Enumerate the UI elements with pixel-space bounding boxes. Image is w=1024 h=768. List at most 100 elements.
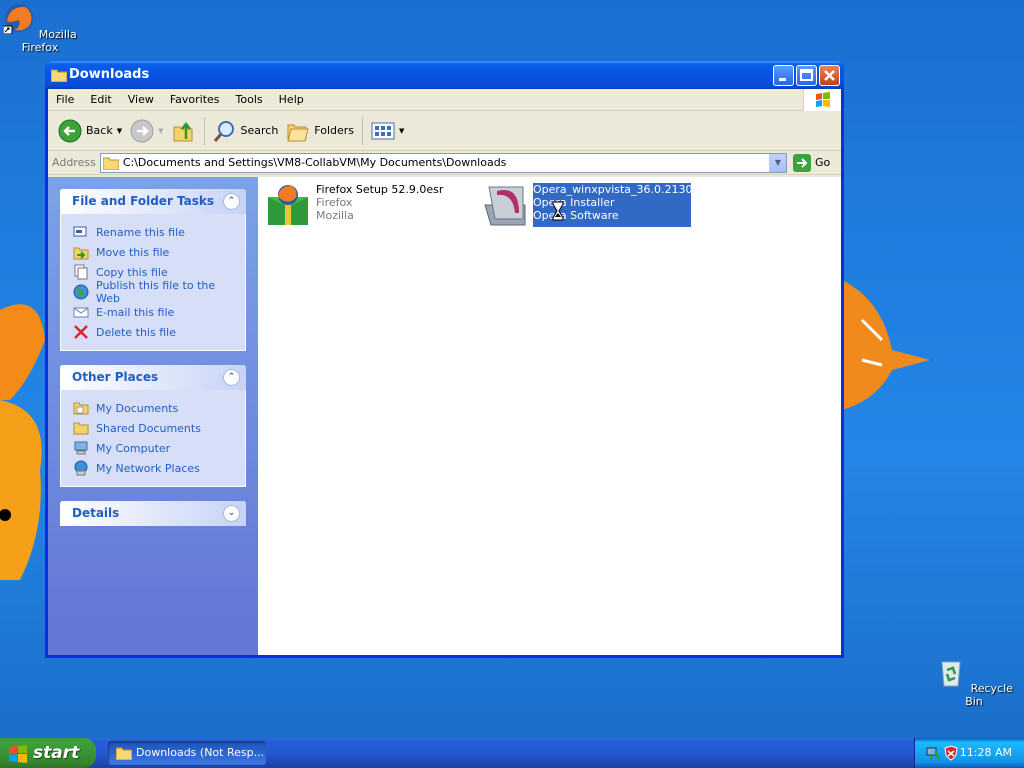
details-panel: Details ⌄ bbox=[60, 501, 246, 526]
search-button[interactable]: Search bbox=[209, 115, 283, 147]
address-value: C:\Documents and Settings\VM8-CollabVM\M… bbox=[122, 156, 507, 169]
desktop-icon-firefox[interactable]: Mozilla Firefox bbox=[0, 2, 80, 54]
views-button[interactable]: ▼ bbox=[367, 115, 408, 147]
file-item-firefox-setup[interactable]: Firefox Setup 52.9.0esr Firefox Mozilla bbox=[266, 183, 443, 227]
file-item-opera-installer[interactable]: Opera_winxpvista_36.0.2130... Opera Inst… bbox=[483, 183, 704, 227]
menu-edit[interactable]: Edit bbox=[82, 89, 119, 111]
file-name: Firefox Setup 52.9.0esr bbox=[316, 183, 444, 196]
rename-icon bbox=[73, 226, 87, 237]
windows-flag-icon bbox=[9, 745, 27, 763]
folder-icon bbox=[116, 747, 132, 760]
toolbar: Back ▼ ▼ Search Folders ▼ bbox=[48, 111, 841, 151]
place-my-documents[interactable]: My Documents bbox=[73, 398, 233, 418]
file-description: Firefox bbox=[316, 196, 353, 209]
other-places-panel: Other Places ⌃ My Documents Shared Docum… bbox=[60, 365, 246, 487]
up-folder-icon bbox=[173, 121, 192, 141]
maximize-button[interactable] bbox=[796, 65, 817, 86]
folders-button[interactable]: Folders bbox=[282, 115, 358, 147]
collapse-icon[interactable]: ⌃ bbox=[223, 369, 240, 386]
task-label: Copy this file bbox=[96, 265, 168, 279]
opera-installer-icon bbox=[484, 186, 526, 226]
file-list: Firefox Setup 52.9.0esr Firefox Mozilla … bbox=[258, 177, 841, 655]
forward-button[interactable]: ▼ bbox=[126, 115, 167, 147]
email-icon bbox=[73, 307, 89, 318]
views-icon bbox=[371, 122, 395, 139]
search-icon bbox=[213, 120, 234, 142]
forward-arrow-icon bbox=[130, 119, 154, 142]
task-label: Delete this file bbox=[96, 325, 176, 339]
address-dropdown-button[interactable]: ▼ bbox=[769, 153, 786, 172]
windows-flag-icon bbox=[816, 92, 830, 107]
task-delete[interactable]: Delete this file bbox=[73, 322, 233, 342]
chevron-down-icon[interactable]: ▼ bbox=[158, 127, 163, 135]
back-button[interactable]: Back ▼ bbox=[54, 115, 126, 147]
taskbar-button-downloads[interactable]: Downloads (Not Resp... bbox=[108, 741, 266, 765]
folder-icon bbox=[73, 402, 89, 415]
task-label: Move this file bbox=[96, 245, 170, 259]
title-bar[interactable]: Downloads bbox=[45, 61, 844, 89]
file-tasks-header[interactable]: File and Folder Tasks ⌃ bbox=[60, 189, 246, 214]
chevron-down-icon[interactable]: ▼ bbox=[399, 127, 404, 135]
task-label: Rename this file bbox=[96, 225, 185, 239]
security-shield-icon[interactable] bbox=[943, 745, 959, 761]
place-label: Shared Documents bbox=[96, 421, 201, 435]
network-tray-icon[interactable] bbox=[925, 745, 941, 761]
task-publish[interactable]: Publish this file to the Web bbox=[73, 279, 233, 305]
file-tasks-panel: File and Folder Tasks ⌃ Rename this file… bbox=[60, 189, 246, 351]
place-shared-documents[interactable]: Shared Documents bbox=[73, 418, 233, 438]
panel-title: Other Places bbox=[72, 370, 159, 384]
panel-title: File and Folder Tasks bbox=[72, 194, 215, 208]
folders-label: Folders bbox=[314, 124, 355, 137]
place-my-computer[interactable]: My Computer bbox=[73, 438, 233, 458]
hourglass-cursor-icon bbox=[552, 201, 564, 221]
task-move[interactable]: Move this file bbox=[73, 242, 233, 262]
folder-icon bbox=[102, 157, 119, 170]
minimize-button[interactable] bbox=[773, 65, 794, 86]
folder-icon bbox=[73, 422, 89, 435]
taskbar-button-label: Downloads (Not Resp... bbox=[136, 746, 265, 759]
move-icon bbox=[73, 247, 89, 260]
desktop-icon-recycle-bin[interactable]: Recycle Bin bbox=[934, 656, 1014, 708]
explorer-window: Downloads File Edit View Favorites Tools… bbox=[45, 61, 844, 658]
window-client: File Edit View Favorites Tools Help Back… bbox=[48, 89, 841, 655]
task-pane: File and Folder Tasks ⌃ Rename this file… bbox=[48, 177, 258, 655]
menu-tools[interactable]: Tools bbox=[228, 89, 271, 111]
taskbar: start Downloads (Not Resp... 11:28 AM bbox=[0, 738, 1024, 768]
menu-bar: File Edit View Favorites Tools Help bbox=[48, 89, 841, 111]
expand-icon[interactable]: ⌄ bbox=[223, 505, 240, 522]
desktop-icon-label: Recycle Bin bbox=[965, 682, 1013, 708]
place-label: My Documents bbox=[96, 401, 179, 415]
maximize-icon bbox=[800, 69, 813, 81]
menu-help[interactable]: Help bbox=[271, 89, 312, 111]
clock: 11:28 AM bbox=[959, 746, 1012, 759]
back-arrow-icon bbox=[58, 119, 82, 142]
start-button[interactable]: start bbox=[0, 738, 96, 768]
copy-icon bbox=[74, 264, 88, 280]
start-label: start bbox=[33, 743, 80, 763]
menu-file[interactable]: File bbox=[48, 89, 82, 111]
back-label: Back bbox=[86, 124, 113, 137]
address-label: Address bbox=[52, 156, 96, 169]
other-places-header[interactable]: Other Places ⌃ bbox=[60, 365, 246, 390]
firefox-icon bbox=[2, 4, 34, 35]
search-label: Search bbox=[240, 124, 279, 137]
task-rename[interactable]: Rename this file bbox=[73, 222, 233, 242]
place-label: My Network Places bbox=[96, 461, 200, 475]
globe-icon bbox=[73, 284, 89, 300]
chevron-down-icon[interactable]: ▼ bbox=[117, 127, 122, 135]
file-name: Opera_winxpvista_36.0.2130... bbox=[533, 183, 704, 196]
explorer-body: File and Folder Tasks ⌃ Rename this file… bbox=[48, 177, 841, 655]
close-button[interactable] bbox=[819, 65, 840, 86]
system-tray: 11:28 AM bbox=[914, 738, 1024, 768]
address-bar: Address C:\Documents and Settings\VM8-Co… bbox=[48, 151, 841, 175]
details-header[interactable]: Details ⌄ bbox=[60, 501, 246, 526]
place-my-network[interactable]: My Network Places bbox=[73, 458, 233, 478]
task-email[interactable]: E-mail this file bbox=[73, 302, 233, 322]
menu-view[interactable]: View bbox=[120, 89, 162, 111]
collapse-icon[interactable]: ⌃ bbox=[223, 193, 240, 210]
up-folder-button[interactable] bbox=[168, 115, 200, 147]
address-input[interactable]: C:\Documents and Settings\VM8-CollabVM\M… bbox=[99, 152, 787, 173]
menu-favorites[interactable]: Favorites bbox=[162, 89, 228, 111]
place-label: My Computer bbox=[96, 441, 171, 455]
go-button[interactable]: Go bbox=[793, 153, 837, 172]
